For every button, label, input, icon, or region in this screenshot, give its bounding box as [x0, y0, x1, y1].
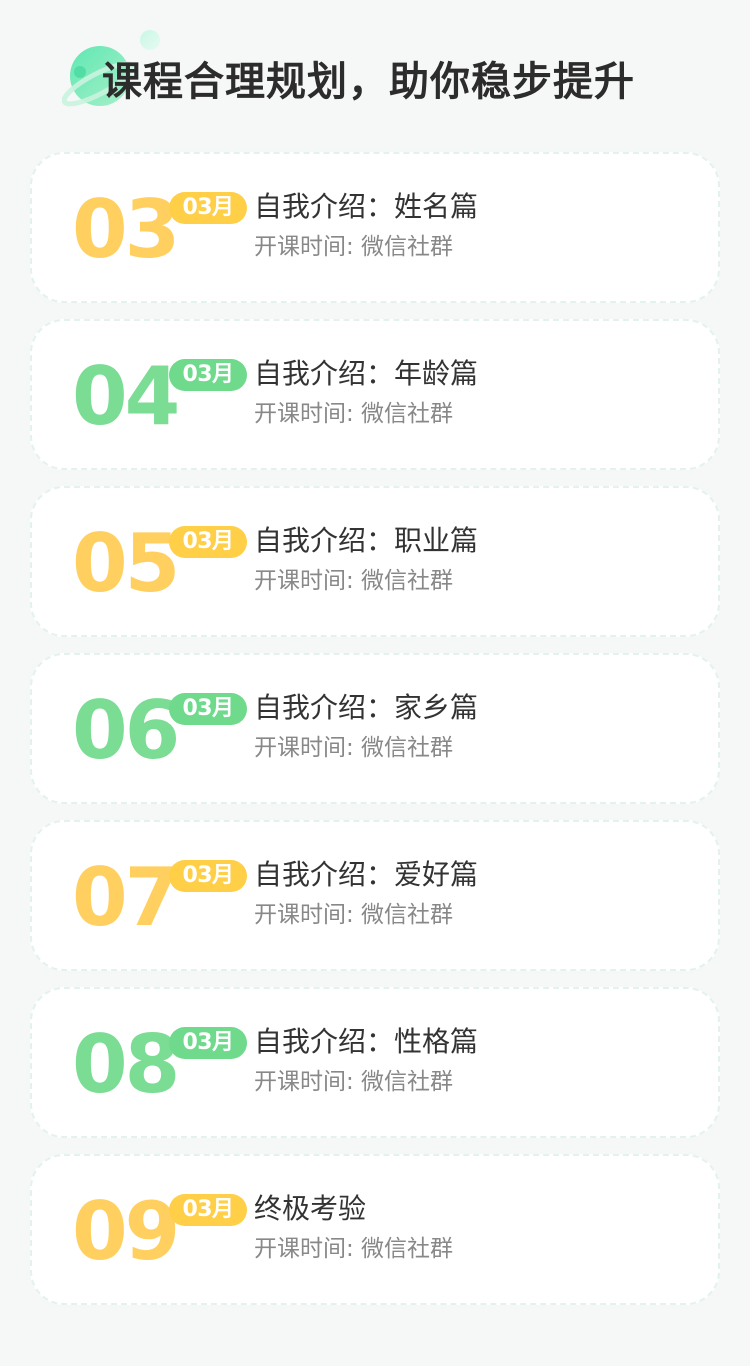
month-badge: 03月 [169, 1194, 247, 1226]
course-title: 自我介绍：爱好篇 [254, 858, 479, 891]
month-badge: 03月 [169, 1027, 247, 1059]
course-list: 03 03月 自我介绍：姓名篇 开课时间: 微信社群 04 03月 自我介绍：年… [30, 152, 720, 1321]
course-card[interactable]: 04 03月 自我介绍：年龄篇 开课时间: 微信社群 [30, 319, 720, 470]
course-card[interactable]: 03 03月 自我介绍：姓名篇 开课时间: 微信社群 [30, 152, 720, 303]
course-time: 开课时间: 微信社群 [254, 1069, 454, 1095]
course-card[interactable]: 08 03月 自我介绍：性格篇 开课时间: 微信社群 [30, 987, 720, 1138]
course-card[interactable]: 07 03月 自我介绍：爱好篇 开课时间: 微信社群 [30, 820, 720, 971]
month-badge: 03月 [169, 359, 247, 391]
course-time: 开课时间: 微信社群 [254, 735, 454, 761]
day-number: 03 [72, 183, 180, 276]
page-title: 课程合理规划，助你稳步提升 [102, 59, 635, 105]
day-number: 09 [72, 1185, 180, 1278]
course-time: 开课时间: 微信社群 [254, 568, 454, 594]
month-badge: 03月 [169, 860, 247, 892]
course-title: 自我介绍：年龄篇 [254, 357, 479, 390]
course-title: 自我介绍：家乡篇 [254, 691, 479, 724]
day-number: 07 [72, 851, 180, 944]
course-title: 自我介绍：姓名篇 [254, 190, 479, 223]
day-number: 05 [72, 517, 180, 610]
header: 课程合理规划，助你稳步提升 [0, 0, 750, 140]
course-title: 自我介绍：职业篇 [254, 524, 479, 557]
course-card[interactable]: 09 03月 终极考验 开课时间: 微信社群 [30, 1154, 720, 1305]
course-card[interactable]: 05 03月 自我介绍：职业篇 开课时间: 微信社群 [30, 486, 720, 637]
course-title: 自我介绍：性格篇 [254, 1025, 479, 1058]
day-number: 08 [72, 1018, 180, 1111]
month-badge: 03月 [169, 693, 247, 725]
course-time: 开课时间: 微信社群 [254, 902, 454, 928]
day-number: 04 [72, 350, 180, 443]
course-card[interactable]: 06 03月 自我介绍：家乡篇 开课时间: 微信社群 [30, 653, 720, 804]
course-time: 开课时间: 微信社群 [254, 234, 454, 260]
course-title: 终极考验 [254, 1192, 367, 1225]
course-time: 开课时间: 微信社群 [254, 401, 454, 427]
course-time: 开课时间: 微信社群 [254, 1236, 454, 1262]
month-badge: 03月 [169, 192, 247, 224]
day-number: 06 [72, 684, 180, 777]
month-badge: 03月 [169, 526, 247, 558]
